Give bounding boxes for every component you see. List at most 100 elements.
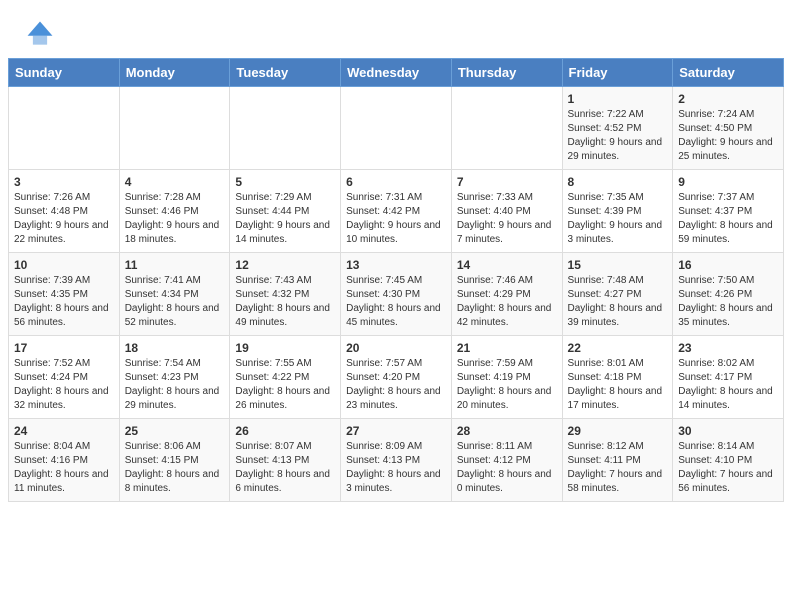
day-cell: 14 Sunrise: 7:46 AM Sunset: 4:29 PM Dayli… [451, 253, 562, 336]
day-number: 12 [235, 258, 335, 272]
day-number: 27 [346, 424, 446, 438]
day-info: Sunrise: 7:45 AM Sunset: 4:30 PM Dayligh… [346, 274, 446, 330]
header-cell-wednesday: Wednesday [341, 59, 452, 87]
day-number: 22 [568, 341, 668, 355]
day-cell: 27 Sunrise: 8:09 AM Sunset: 4:13 PM Dayli… [341, 419, 452, 502]
day-number: 3 [14, 175, 114, 189]
day-number: 5 [235, 175, 335, 189]
day-number: 29 [568, 424, 668, 438]
day-cell: 23Sunrise: 8:02 AM Sunset: 4:17 PM Dayli… [673, 336, 784, 419]
day-info: Sunrise: 7:28 AM Sunset: 4:46 PM Dayligh… [125, 191, 225, 247]
day-info: Sunrise: 8:01 AM Sunset: 4:18 PM Dayligh… [568, 357, 668, 413]
day-cell: 11 Sunrise: 7:41 AM Sunset: 4:34 PM Dayli… [119, 253, 230, 336]
day-cell: 22 Sunrise: 8:01 AM Sunset: 4:18 PM Dayli… [562, 336, 673, 419]
day-info: Sunrise: 7:52 AM Sunset: 4:24 PM Dayligh… [14, 357, 114, 413]
day-cell: 28Sunrise: 8:11 AM Sunset: 4:12 PM Dayli… [451, 419, 562, 502]
day-info: Sunrise: 7:33 AM Sunset: 4:40 PM Dayligh… [457, 191, 557, 247]
day-cell [230, 87, 341, 170]
week-row-5: 24 Sunrise: 8:04 AM Sunset: 4:16 PM Dayli… [9, 419, 784, 502]
day-info: Sunrise: 7:54 AM Sunset: 4:23 PM Dayligh… [125, 357, 225, 413]
day-cell: 15Sunrise: 7:48 AM Sunset: 4:27 PM Dayli… [562, 253, 673, 336]
day-cell [9, 87, 120, 170]
day-number: 25 [125, 424, 225, 438]
day-number: 1 [568, 92, 668, 106]
day-info: Sunrise: 7:22 AM Sunset: 4:52 PM Dayligh… [568, 108, 668, 164]
day-number: 28 [457, 424, 557, 438]
day-cell: 20 Sunrise: 7:57 AM Sunset: 4:20 PM Dayli… [341, 336, 452, 419]
day-cell: 13 Sunrise: 7:45 AM Sunset: 4:30 PM Dayli… [341, 253, 452, 336]
day-cell: 18 Sunrise: 7:54 AM Sunset: 4:23 PM Dayli… [119, 336, 230, 419]
day-cell: 25 Sunrise: 8:06 AM Sunset: 4:15 PM Dayli… [119, 419, 230, 502]
day-number: 17 [14, 341, 114, 355]
day-number: 14 [457, 258, 557, 272]
day-cell: 10Sunrise: 7:39 AM Sunset: 4:35 PM Dayli… [9, 253, 120, 336]
day-cell: 26Sunrise: 8:07 AM Sunset: 4:13 PM Dayli… [230, 419, 341, 502]
day-cell [341, 87, 452, 170]
day-number: 19 [235, 341, 335, 355]
day-info: Sunrise: 8:14 AM Sunset: 4:10 PM Dayligh… [678, 440, 778, 496]
day-number: 15 [568, 258, 668, 272]
day-cell: 30 Sunrise: 8:14 AM Sunset: 4:10 PM Dayli… [673, 419, 784, 502]
header-cell-thursday: Thursday [451, 59, 562, 87]
day-cell: 24 Sunrise: 8:04 AM Sunset: 4:16 PM Dayli… [9, 419, 120, 502]
day-number: 6 [346, 175, 446, 189]
day-info: Sunrise: 7:59 AM Sunset: 4:19 PM Dayligh… [457, 357, 557, 413]
header-cell-monday: Monday [119, 59, 230, 87]
day-info: Sunrise: 7:50 AM Sunset: 4:26 PM Dayligh… [678, 274, 778, 330]
day-number: 18 [125, 341, 225, 355]
day-cell: 21Sunrise: 7:59 AM Sunset: 4:19 PM Dayli… [451, 336, 562, 419]
header-cell-tuesday: Tuesday [230, 59, 341, 87]
day-info: Sunrise: 7:43 AM Sunset: 4:32 PM Dayligh… [235, 274, 335, 330]
day-info: Sunrise: 7:35 AM Sunset: 4:39 PM Dayligh… [568, 191, 668, 247]
day-cell: 5 Sunrise: 7:29 AM Sunset: 4:44 PM Daylig… [230, 170, 341, 253]
day-info: Sunrise: 7:37 AM Sunset: 4:37 PM Dayligh… [678, 191, 778, 247]
day-cell: 7Sunrise: 7:33 AM Sunset: 4:40 PM Daylig… [451, 170, 562, 253]
day-info: Sunrise: 7:41 AM Sunset: 4:34 PM Dayligh… [125, 274, 225, 330]
day-number: 9 [678, 175, 778, 189]
day-cell: 4 Sunrise: 7:28 AM Sunset: 4:46 PM Daylig… [119, 170, 230, 253]
day-cell: 1 Sunrise: 7:22 AM Sunset: 4:52 PM Daylig… [562, 87, 673, 170]
day-info: Sunrise: 7:24 AM Sunset: 4:50 PM Dayligh… [678, 108, 778, 164]
week-row-3: 10Sunrise: 7:39 AM Sunset: 4:35 PM Dayli… [9, 253, 784, 336]
day-info: Sunrise: 7:46 AM Sunset: 4:29 PM Dayligh… [457, 274, 557, 330]
day-info: Sunrise: 8:09 AM Sunset: 4:13 PM Dayligh… [346, 440, 446, 496]
week-row-1: 1 Sunrise: 7:22 AM Sunset: 4:52 PM Daylig… [9, 87, 784, 170]
day-info: Sunrise: 8:06 AM Sunset: 4:15 PM Dayligh… [125, 440, 225, 496]
day-number: 10 [14, 258, 114, 272]
day-info: Sunrise: 7:57 AM Sunset: 4:20 PM Dayligh… [346, 357, 446, 413]
day-cell: 8 Sunrise: 7:35 AM Sunset: 4:39 PM Daylig… [562, 170, 673, 253]
header-row: SundayMondayTuesdayWednesdayThursdayFrid… [9, 59, 784, 87]
calendar-body: 1 Sunrise: 7:22 AM Sunset: 4:52 PM Daylig… [9, 87, 784, 502]
header-cell-friday: Friday [562, 59, 673, 87]
header-cell-sunday: Sunday [9, 59, 120, 87]
header-cell-saturday: Saturday [673, 59, 784, 87]
logo [24, 18, 60, 50]
day-cell: 29 Sunrise: 8:12 AM Sunset: 4:11 PM Dayli… [562, 419, 673, 502]
day-number: 13 [346, 258, 446, 272]
week-row-4: 17 Sunrise: 7:52 AM Sunset: 4:24 PM Dayli… [9, 336, 784, 419]
day-number: 24 [14, 424, 114, 438]
day-info: Sunrise: 7:29 AM Sunset: 4:44 PM Dayligh… [235, 191, 335, 247]
day-cell: 17 Sunrise: 7:52 AM Sunset: 4:24 PM Dayli… [9, 336, 120, 419]
day-info: Sunrise: 8:02 AM Sunset: 4:17 PM Dayligh… [678, 357, 778, 413]
day-cell [119, 87, 230, 170]
day-number: 16 [678, 258, 778, 272]
day-number: 4 [125, 175, 225, 189]
day-cell: 6Sunrise: 7:31 AM Sunset: 4:42 PM Daylig… [341, 170, 452, 253]
day-cell [451, 87, 562, 170]
logo-icon [24, 18, 56, 50]
day-cell: 12 Sunrise: 7:43 AM Sunset: 4:32 PM Dayli… [230, 253, 341, 336]
calendar-header: SundayMondayTuesdayWednesdayThursdayFrid… [9, 59, 784, 87]
day-info: Sunrise: 7:55 AM Sunset: 4:22 PM Dayligh… [235, 357, 335, 413]
day-cell: 16 Sunrise: 7:50 AM Sunset: 4:26 PM Dayli… [673, 253, 784, 336]
day-number: 30 [678, 424, 778, 438]
day-number: 20 [346, 341, 446, 355]
day-info: Sunrise: 8:04 AM Sunset: 4:16 PM Dayligh… [14, 440, 114, 496]
day-cell: 19 Sunrise: 7:55 AM Sunset: 4:22 PM Dayli… [230, 336, 341, 419]
day-number: 11 [125, 258, 225, 272]
day-cell: 9 Sunrise: 7:37 AM Sunset: 4:37 PM Daylig… [673, 170, 784, 253]
day-number: 26 [235, 424, 335, 438]
day-cell: 2Sunrise: 7:24 AM Sunset: 4:50 PM Daylig… [673, 87, 784, 170]
day-number: 8 [568, 175, 668, 189]
day-info: Sunrise: 8:12 AM Sunset: 4:11 PM Dayligh… [568, 440, 668, 496]
